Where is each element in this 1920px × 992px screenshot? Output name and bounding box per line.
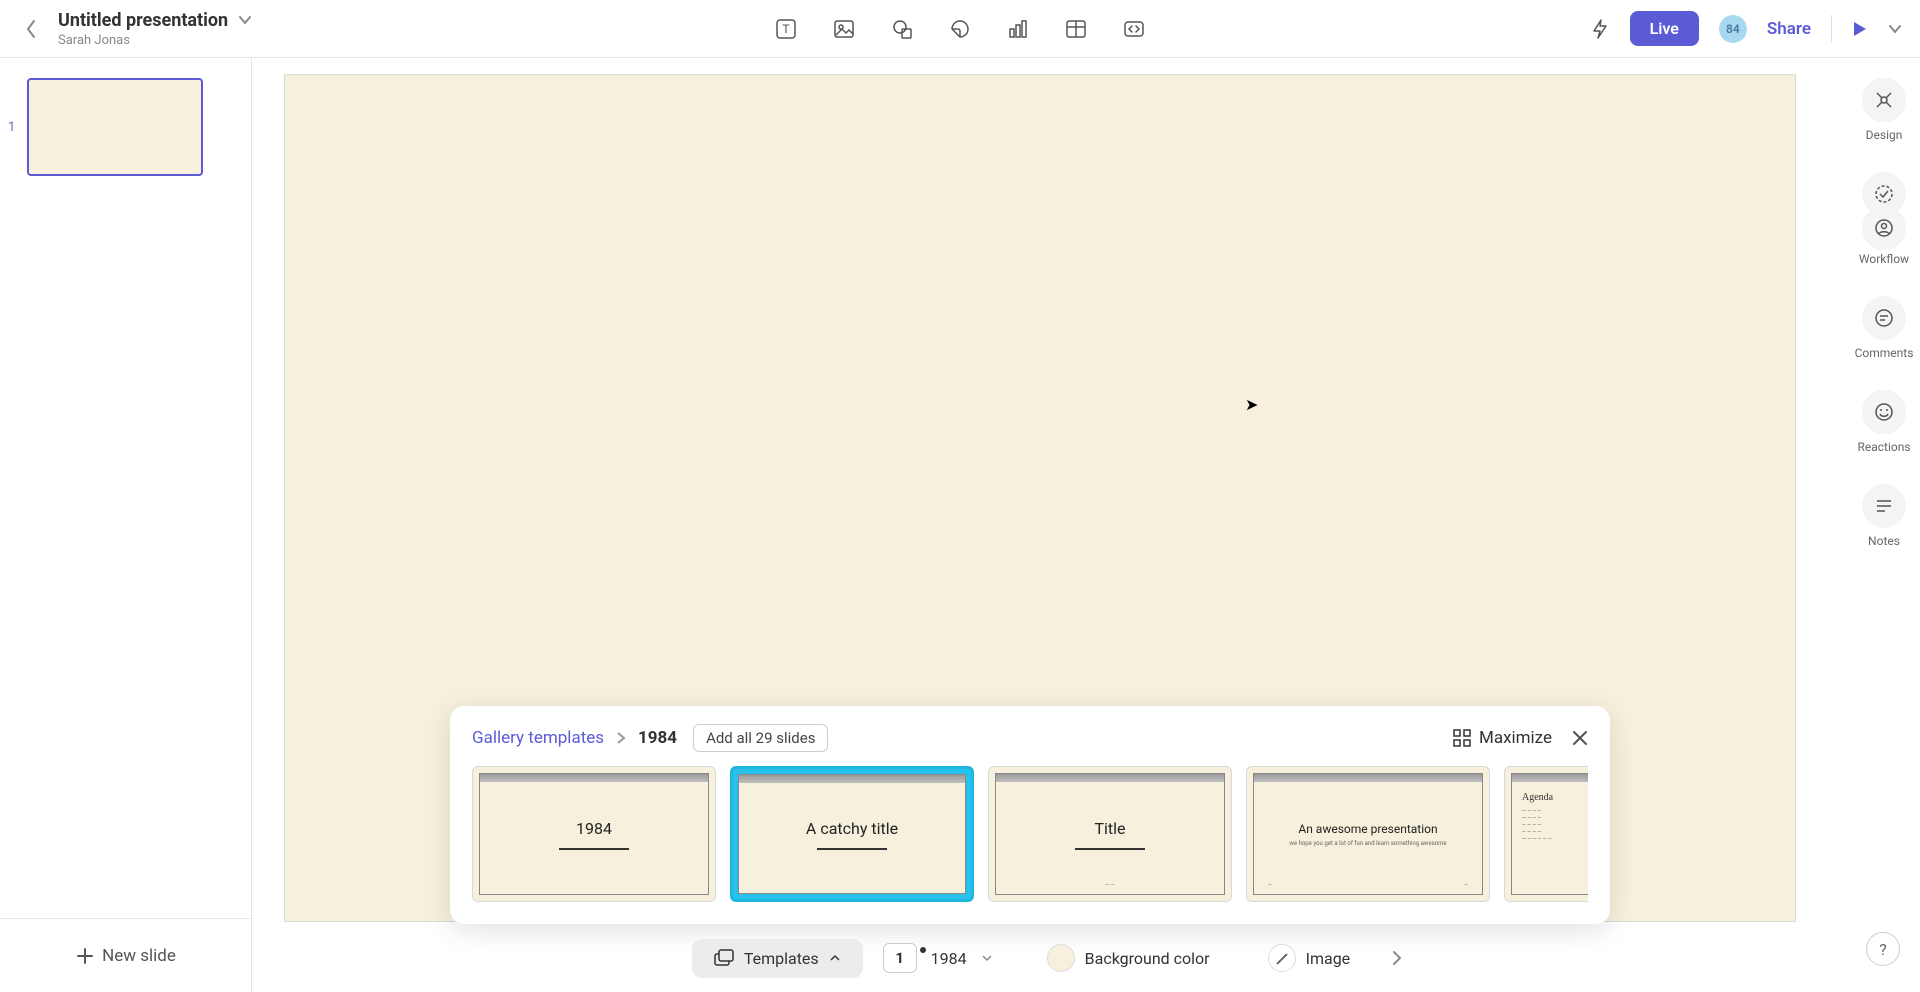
current-gallery-name: 1984 <box>638 728 677 748</box>
comments-label: Comments <box>1855 346 1914 360</box>
notes-label: Notes <box>1868 534 1900 548</box>
maximize-button[interactable]: Maximize <box>1453 728 1552 748</box>
template-index-badge: 1 <box>883 943 917 973</box>
reactions-panel-button[interactable]: Reactions <box>1857 390 1910 454</box>
user-icon <box>1873 217 1895 239</box>
presentation-title[interactable]: Untitled presentation <box>58 10 228 31</box>
help-button[interactable]: ? <box>1866 932 1900 966</box>
template-name: 1984 <box>931 949 967 968</box>
background-image-button[interactable]: Image <box>1246 934 1373 982</box>
share-button[interactable]: Share <box>1767 19 1811 39</box>
background-swatch-icon <box>1047 944 1075 972</box>
avatar[interactable]: 84 <box>1719 15 1747 43</box>
template-title: 1984 <box>576 819 612 838</box>
template-picker-panel: Gallery templates 1984 Add all 29 slides… <box>450 706 1610 924</box>
chevron-right-icon <box>616 731 626 745</box>
notes-icon <box>1873 495 1895 517</box>
live-button[interactable]: Live <box>1630 11 1699 46</box>
top-bar: Untitled presentation Sarah Jonas T Live… <box>0 0 1920 58</box>
design-icon <box>1873 89 1895 111</box>
reactions-label: Reactions <box>1857 440 1910 454</box>
template-card[interactable]: Title — — <box>988 766 1232 902</box>
comment-icon <box>1873 307 1895 329</box>
chart-tool-icon[interactable] <box>1006 17 1030 41</box>
template-title: A catchy title <box>806 819 898 838</box>
close-picker-button[interactable] <box>1572 730 1588 746</box>
sticker-tool-icon[interactable] <box>948 17 972 41</box>
workflow-panel-button[interactable]: Workflow <box>1859 172 1909 266</box>
background-label: Background color <box>1085 949 1210 968</box>
template-card[interactable]: An awesome presentation we hope you get … <box>1246 766 1490 902</box>
help-icon: ? <box>1879 940 1887 959</box>
design-panel-button[interactable]: Design <box>1862 78 1906 142</box>
insert-tools: T <box>774 17 1146 41</box>
template-title: Title <box>1094 819 1125 838</box>
title-block: Untitled presentation Sarah Jonas <box>58 10 252 48</box>
new-slide-button[interactable]: New slide <box>0 918 252 992</box>
comments-panel-button[interactable]: Comments <box>1855 296 1914 360</box>
shape-tool-icon[interactable] <box>890 17 914 41</box>
templates-icon <box>714 949 734 967</box>
text-tool-icon[interactable]: T <box>774 17 798 41</box>
slide-thumbnail-rail: 1 New slide <box>0 58 252 992</box>
table-tool-icon[interactable] <box>1064 17 1088 41</box>
embed-tool-icon[interactable] <box>1122 17 1146 41</box>
author-name: Sarah Jonas <box>58 33 252 48</box>
present-menu-chevron-icon[interactable] <box>1888 24 1902 34</box>
more-chevron-right-icon[interactable] <box>1386 950 1408 966</box>
template-selector[interactable]: 1 1984 <box>877 937 1011 979</box>
svg-text:T: T <box>782 22 789 36</box>
approve-icon <box>1873 183 1895 205</box>
add-all-slides-button[interactable]: Add all 29 slides <box>693 724 828 752</box>
template-footer: — — <box>1105 882 1114 888</box>
template-strip[interactable]: 1984 A catchy title Title — — An awesome… <box>472 766 1588 902</box>
template-title: An awesome presentation <box>1298 822 1437 836</box>
plus-icon <box>76 947 94 965</box>
template-footer: — <box>1464 882 1468 888</box>
gallery-templates-link[interactable]: Gallery templates <box>472 728 604 748</box>
slide-thumbnail-row[interactable]: 1 <box>0 78 251 176</box>
chevron-down-icon <box>981 954 993 962</box>
background-color-button[interactable]: Background color <box>1025 934 1232 982</box>
templates-label: Templates <box>744 949 819 968</box>
separator <box>1831 15 1832 43</box>
smile-icon <box>1873 401 1895 423</box>
workflow-label: Workflow <box>1859 252 1909 266</box>
back-button[interactable] <box>18 12 44 46</box>
template-footer: — <box>1268 882 1272 888</box>
grid-icon <box>1453 729 1471 747</box>
topbar-right: Live 84 Share <box>1590 11 1902 46</box>
image-tool-icon[interactable] <box>832 17 856 41</box>
title-menu-chevron-icon[interactable] <box>238 15 252 25</box>
slide-thumbnail[interactable] <box>27 78 203 176</box>
chevron-up-icon <box>829 954 841 962</box>
bolt-icon[interactable] <box>1590 18 1610 40</box>
cursor-icon: ➤ <box>1245 395 1258 414</box>
design-label: Design <box>1866 128 1903 142</box>
no-image-icon <box>1268 944 1296 972</box>
template-card[interactable]: 1984 <box>472 766 716 902</box>
new-slide-label: New slide <box>102 946 176 966</box>
template-subtitle: we hope you get a lot of fun and learn s… <box>1289 840 1446 847</box>
image-label: Image <box>1306 949 1351 968</box>
slide-number: 1 <box>8 120 15 135</box>
right-sidebar: Design Workflow Comments Reactions Notes <box>1848 58 1920 992</box>
present-play-icon[interactable] <box>1852 20 1868 38</box>
maximize-label: Maximize <box>1479 728 1552 748</box>
template-card-selected[interactable]: A catchy title <box>730 766 974 902</box>
template-card[interactable]: Agenda — — — — — — — — — — — — — — — — —… <box>1504 766 1588 902</box>
notes-panel-button[interactable]: Notes <box>1862 484 1906 548</box>
template-title: Agenda <box>1522 792 1553 803</box>
bottom-toolbar: Templates 1 1984 Background color Image <box>252 934 1848 982</box>
picker-header: Gallery templates 1984 Add all 29 slides… <box>472 724 1588 752</box>
templates-button[interactable]: Templates <box>692 939 863 978</box>
